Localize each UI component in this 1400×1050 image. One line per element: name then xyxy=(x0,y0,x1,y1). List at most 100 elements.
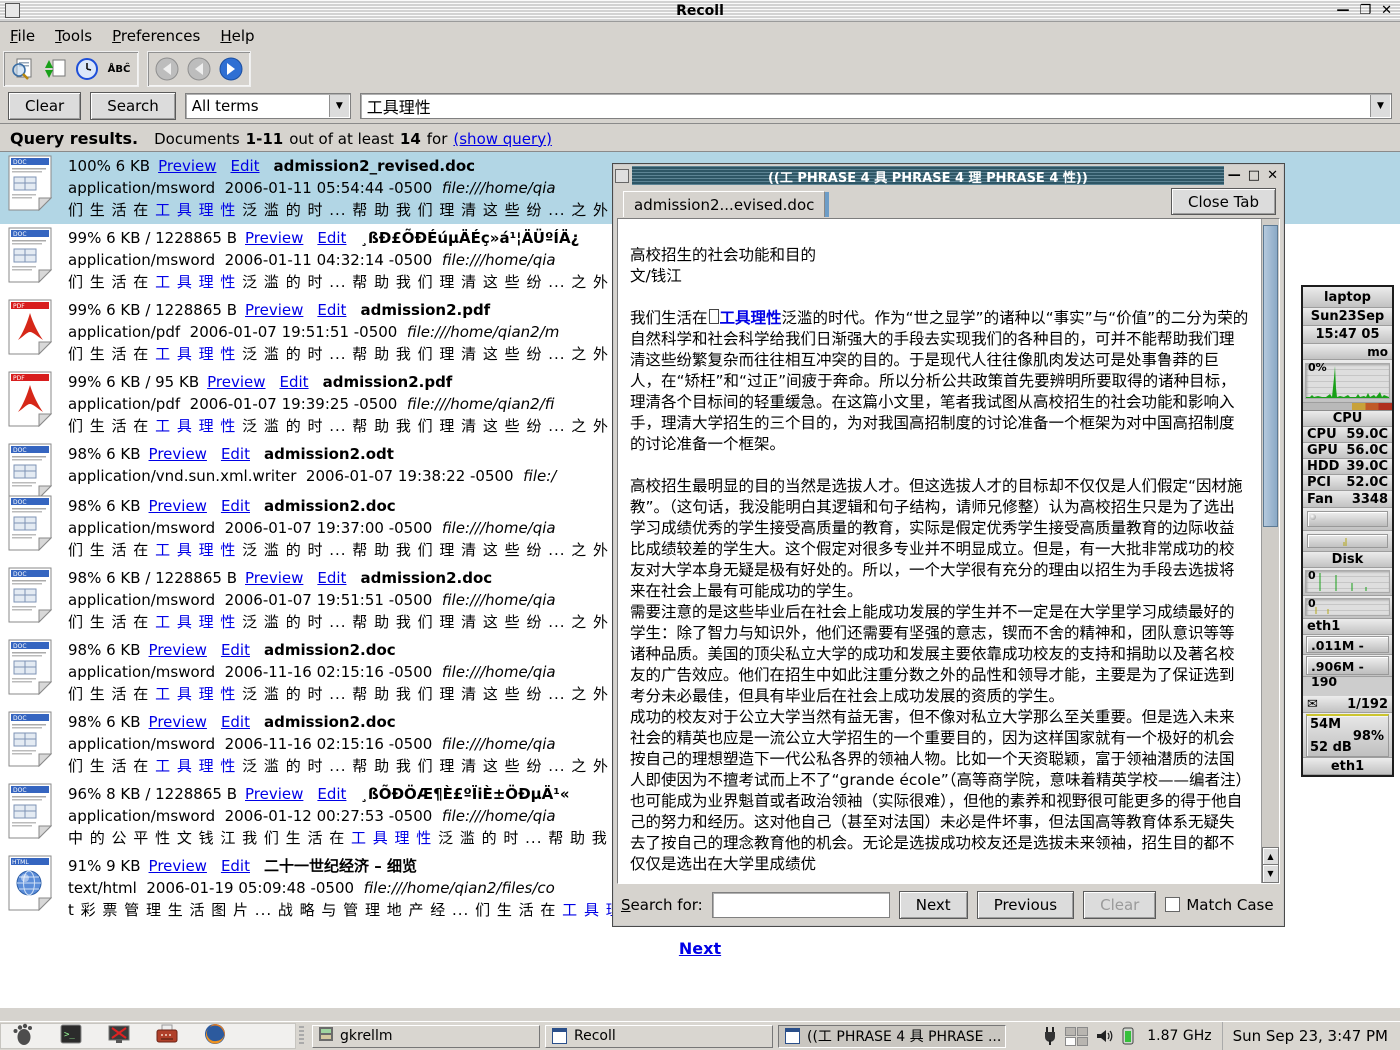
close-button[interactable]: ✕ xyxy=(1381,3,1392,18)
edit-link[interactable]: Edit xyxy=(280,373,309,391)
menu-preferences[interactable]: Preferences xyxy=(112,27,200,45)
search-history-chevron-icon[interactable]: ▼ xyxy=(1370,95,1390,117)
launcher-screen-lock-icon[interactable] xyxy=(107,1022,131,1050)
term-explorer-icon[interactable]: ÅBĈ xyxy=(104,54,134,84)
show-query-link[interactable]: (show query) xyxy=(453,130,552,148)
taskbar-button-gkrellm[interactable]: gkrellm xyxy=(312,1025,540,1048)
taskbar-button--phrase-4-phrase-[interactable]: ((工 PHRASE 4 具 PHRASE ... xyxy=(778,1025,1006,1048)
checkbox-icon[interactable] xyxy=(1165,897,1180,912)
preview-link[interactable]: Preview xyxy=(207,373,265,391)
close-tab-button[interactable]: Close Tab xyxy=(1171,188,1276,215)
preview-next-button[interactable]: Next xyxy=(899,891,968,919)
preview-tab[interactable]: admission2...evised.doc xyxy=(623,191,825,217)
result-text: 98% 6 KBPreviewEditadmission2.docapplica… xyxy=(68,495,631,564)
taskbar-button-label: gkrellm xyxy=(340,1028,392,1044)
gk-date: Sun23Sep xyxy=(1303,308,1392,326)
window-icon xyxy=(552,1028,567,1044)
preview-close-button[interactable]: ✕ xyxy=(1267,168,1278,183)
edit-link[interactable]: Edit xyxy=(221,497,250,515)
query-results-label: Query results. xyxy=(10,129,138,148)
search-button[interactable]: Search xyxy=(90,92,176,120)
sort-parameters-icon[interactable] xyxy=(40,54,70,84)
preview-link[interactable]: Preview xyxy=(245,301,303,319)
result-snippet: 们 生 活 在 工 具 理 性 泛 滥 的 时 ... 帮 助 我 们 理 清 … xyxy=(68,755,631,777)
doc-file-icon: DOC xyxy=(8,155,68,224)
launcher-firefox-icon[interactable] xyxy=(203,1022,227,1050)
edit-link[interactable]: Edit xyxy=(317,785,346,803)
edit-link[interactable]: Edit xyxy=(317,569,346,587)
preview-link[interactable]: Preview xyxy=(158,157,216,175)
panel-handle[interactable] xyxy=(299,1026,304,1046)
first-page-icon[interactable] xyxy=(152,54,182,84)
power-plug-icon[interactable] xyxy=(1042,1026,1058,1046)
preview-link[interactable]: Preview xyxy=(149,857,207,875)
menu-file[interactable]: File xyxy=(10,27,35,45)
prev-page-icon[interactable] xyxy=(184,54,214,84)
result-title: admission2.pdf xyxy=(323,373,453,391)
preview-link[interactable]: Preview xyxy=(149,641,207,659)
preview-link[interactable]: Preview xyxy=(149,713,207,731)
edit-link[interactable]: Edit xyxy=(317,301,346,319)
preview-link[interactable]: Preview xyxy=(245,569,303,587)
clear-button[interactable]: Clear xyxy=(8,92,81,120)
gk-disk-chart-2: 0 xyxy=(1303,596,1392,619)
preview-titlebar-band: ((工 PHRASE 4 具 PHRASE 4 理 PHRASE 4 性)) xyxy=(632,166,1224,185)
outof-label: out of at least xyxy=(289,130,394,148)
document-history-icon[interactable] xyxy=(72,54,102,84)
result-title: admission2.odt xyxy=(264,445,394,463)
preview-maximize-button[interactable]: □ xyxy=(1248,168,1260,183)
search-input[interactable] xyxy=(361,94,1369,118)
preview-titlebar[interactable]: ((工 PHRASE 4 具 PHRASE 4 理 PHRASE 4 性)) —… xyxy=(615,166,1282,185)
preview-link[interactable]: Preview xyxy=(245,229,303,247)
launcher-gnome-menu-icon[interactable] xyxy=(11,1022,35,1050)
edit-link[interactable]: Edit xyxy=(221,713,250,731)
scroll-down-icon[interactable]: ▼ xyxy=(1262,864,1279,883)
preview-link[interactable]: Preview xyxy=(245,785,303,803)
menu-help[interactable]: Help xyxy=(220,27,254,45)
chevron-down-icon[interactable]: ▼ xyxy=(329,95,349,117)
preview-search-input[interactable] xyxy=(712,892,890,918)
result-text: 98% 6 KBPreviewEditadmission2.odtapplica… xyxy=(68,443,556,492)
edit-link[interactable]: Edit xyxy=(230,157,259,175)
gk-temp-row: HDD39.0C xyxy=(1303,459,1392,475)
cpufreq-icon[interactable] xyxy=(1120,1026,1136,1046)
result-snippet: 中 的 公 平 性 文 钱 江 我 们 生 活 在 工 具 理 性 泛 滥 的 … xyxy=(68,827,630,849)
preview-clear-button[interactable]: Clear xyxy=(1083,891,1156,919)
next-page-link[interactable]: Next xyxy=(679,939,721,958)
edit-link[interactable]: Edit xyxy=(221,445,250,463)
taskbar-clock[interactable]: Sun Sep 23, 3:47 PM xyxy=(1222,1022,1400,1050)
recoll-titlebar[interactable]: Recoll — ❐ ✕ xyxy=(0,0,1400,22)
search-mode-select[interactable]: All terms ▼ xyxy=(185,93,351,119)
scrollbar-thumb[interactable] xyxy=(1263,225,1278,527)
result-title: admission2.doc xyxy=(264,497,396,515)
preview-minimize-button[interactable]: — xyxy=(1228,168,1241,183)
menu-tools[interactable]: Tools xyxy=(55,27,92,45)
preview-link[interactable]: Preview xyxy=(149,497,207,515)
launcher-terminal-icon[interactable]: >_ xyxy=(59,1022,83,1050)
preview-previous-button[interactable]: Previous xyxy=(977,891,1074,919)
launcher-typewriter-icon[interactable] xyxy=(155,1022,179,1050)
preview-scrollbar[interactable]: ▲ ▼ xyxy=(1261,219,1279,883)
launcher-panel: >_ xyxy=(0,1023,296,1049)
restore-button[interactable]: ❐ xyxy=(1359,3,1371,18)
workspace-pager[interactable] xyxy=(1065,1027,1088,1046)
edit-link[interactable]: Edit xyxy=(221,857,250,875)
result-meta: application/vnd.sun.xml.writer 2006-01-0… xyxy=(68,465,556,487)
advanced-search-icon[interactable] xyxy=(8,54,38,84)
preview-window: ((工 PHRASE 4 具 PHRASE 4 理 PHRASE 4 性)) —… xyxy=(612,163,1285,927)
next-page-icon[interactable] xyxy=(216,54,246,84)
minimize-button[interactable]: — xyxy=(1336,3,1349,18)
preview-text[interactable]: 高校招生的社会功能和目的文/钱江我们生活在工具理性泛滥的时代。作为“世之显学”的… xyxy=(618,219,1261,883)
edit-link[interactable]: Edit xyxy=(317,229,346,247)
volume-icon[interactable] xyxy=(1095,1027,1113,1045)
match-case-checkbox[interactable]: Match Case xyxy=(1165,896,1273,914)
taskbar-button-recoll[interactable]: Recoll xyxy=(545,1025,773,1048)
cpu-frequency: 1.87 GHz xyxy=(1147,1028,1211,1044)
result-relevance: 98% 6 KB / 1228865 B xyxy=(68,569,237,587)
pdf-file-icon: PDF xyxy=(8,299,68,368)
preview-link[interactable]: Preview xyxy=(149,445,207,463)
result-text: 100% 6 KBPreviewEditadmission2_revised.d… xyxy=(68,155,631,224)
edit-link[interactable]: Edit xyxy=(221,641,250,659)
gk-mail-row: ✉1/192 xyxy=(1303,696,1392,713)
preview-window-menu-icon[interactable] xyxy=(615,169,629,183)
